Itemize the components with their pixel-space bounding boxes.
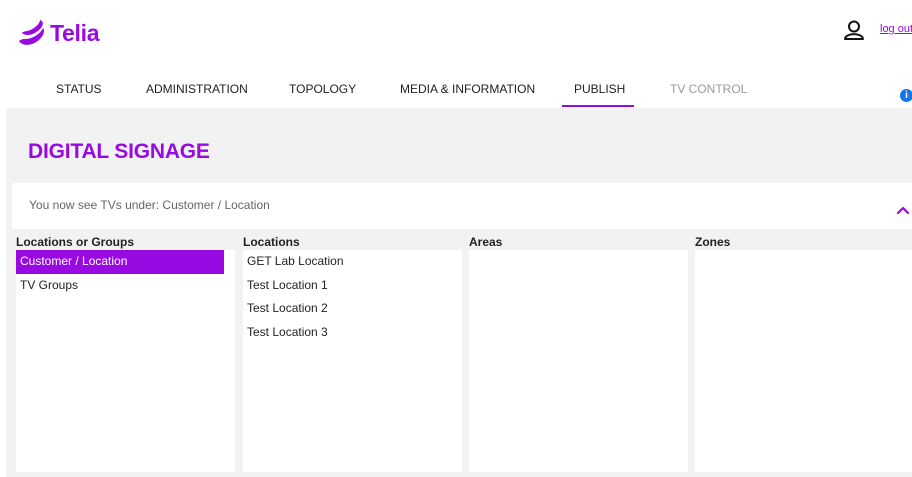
column-list	[469, 250, 688, 472]
list-item-test-location-3[interactable]: Test Location 3	[243, 321, 462, 345]
column-locations: Locations GET Lab Location Test Location…	[243, 235, 462, 472]
nav-tv-control[interactable]: TV CONTROL	[670, 82, 747, 96]
logout-link[interactable]: log out	[880, 23, 912, 35]
list-item-tv-groups[interactable]: TV Groups	[16, 274, 235, 298]
column-list: Customer / Location TV Groups	[16, 250, 235, 472]
nav-active-indicator	[562, 105, 634, 107]
app-root: Telia log out STATUS ADMINISTRATION TOPO…	[0, 0, 912, 477]
user-icon[interactable]	[843, 20, 865, 40]
list-item-customer-location[interactable]: Customer / Location	[16, 250, 224, 274]
column-areas: Areas	[469, 235, 688, 472]
logo-text: Telia	[50, 19, 100, 46]
nav-administration[interactable]: ADMINISTRATION	[146, 82, 248, 96]
column-zones: Zones	[695, 235, 912, 472]
nav-topology[interactable]: TOPOLOGY	[289, 82, 356, 96]
column-header: Areas	[469, 235, 503, 249]
nav-publish[interactable]: PUBLISH	[574, 82, 625, 96]
page-title: DIGITAL SIGNAGE	[28, 140, 210, 163]
location-notice: You now see TVs under: Customer / Locati…	[12, 183, 912, 229]
nav-media-information[interactable]: MEDIA & INFORMATION	[400, 82, 535, 96]
telia-logo[interactable]: Telia	[16, 16, 100, 50]
list-item-test-location-2[interactable]: Test Location 2	[243, 297, 462, 321]
column-list: GET Lab Location Test Location 1 Test Lo…	[243, 250, 462, 472]
telia-logo-icon	[19, 20, 44, 45]
list-item-get-lab-location[interactable]: GET Lab Location	[243, 250, 462, 274]
info-icon[interactable]: i	[900, 89, 912, 102]
main-nav: STATUS ADMINISTRATION TOPOLOGY MEDIA & I…	[0, 82, 912, 107]
notice-text: You now see TVs under: Customer / Locati…	[29, 198, 270, 212]
content-area: DIGITAL SIGNAGE You now see TVs under: C…	[6, 108, 912, 477]
list-item-test-location-1[interactable]: Test Location 1	[243, 274, 462, 298]
column-header: Zones	[695, 235, 731, 249]
nav-status[interactable]: STATUS	[56, 82, 102, 96]
column-header: Locations	[243, 235, 300, 249]
chevron-up-icon[interactable]	[896, 205, 910, 215]
column-header: Locations or Groups	[16, 235, 135, 249]
column-locations-or-groups: Locations or Groups Customer / Location …	[16, 235, 235, 472]
column-list	[695, 250, 912, 472]
